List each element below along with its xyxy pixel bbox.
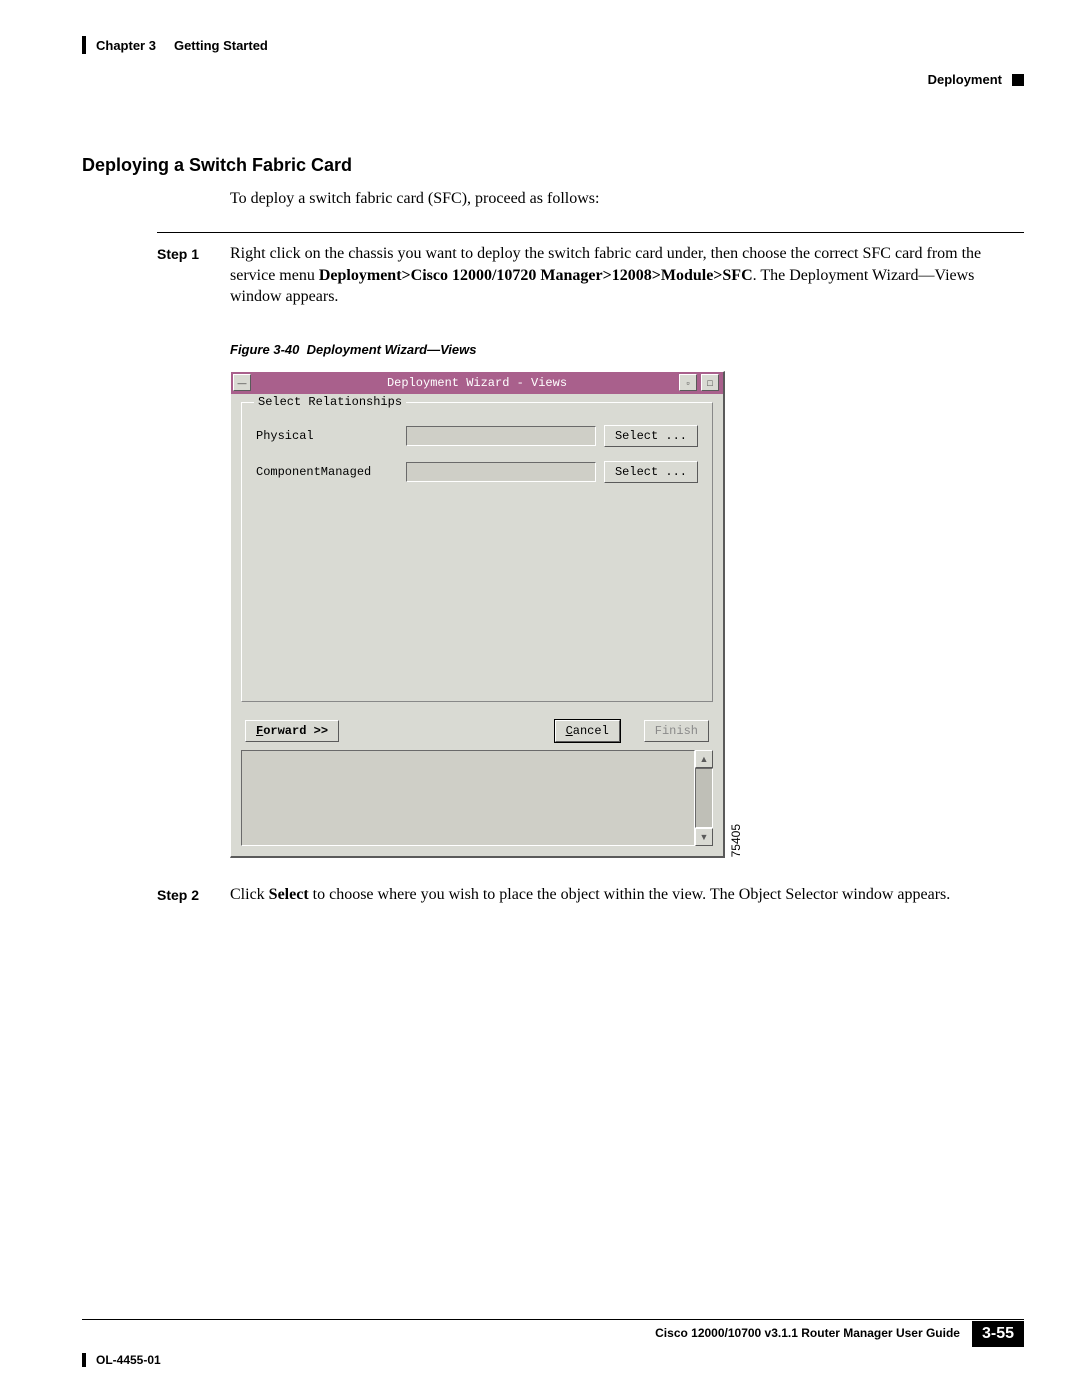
footer-marker: [82, 1353, 86, 1367]
scroll-track[interactable]: [695, 768, 713, 828]
maximize-icon[interactable]: □: [701, 374, 719, 391]
step-2-bold: Select: [269, 886, 309, 903]
scroll-up-icon[interactable]: ▲: [695, 750, 713, 768]
page-footer: Cisco 12000/10700 v3.1.1 Router Manager …: [82, 1319, 1024, 1367]
footer-guide-title: Cisco 12000/10700 v3.1.1 Router Manager …: [655, 1326, 960, 1340]
log-scrollbar[interactable]: ▲ ▼: [695, 750, 713, 846]
step-2-body: Click Select to choose where you wish to…: [230, 884, 1024, 906]
figure-image-id: 75405: [729, 822, 743, 857]
header-bullet: [1012, 74, 1024, 86]
step-2-label: Step 2: [157, 884, 230, 906]
log-textarea: [241, 750, 695, 846]
section-title: Deploying a Switch Fabric Card: [82, 155, 1024, 176]
cancel-button[interactable]: Cancel: [555, 720, 620, 742]
wizard-window: — Deployment Wizard - Views ▫ □ Select R…: [230, 371, 725, 858]
section-intro: To deploy a switch fabric card (SFC), pr…: [230, 190, 1024, 208]
wizard-titlebar: — Deployment Wizard - Views ▫ □: [231, 372, 723, 394]
step-divider: [157, 232, 1024, 233]
group-legend: Select Relationships: [254, 395, 406, 409]
header-right: Deployment: [82, 72, 1024, 87]
select-physical-button[interactable]: Select ...: [604, 425, 698, 447]
scroll-down-icon[interactable]: ▼: [695, 828, 713, 846]
figure-label: Figure 3-40: [230, 342, 299, 357]
row-physical-field: [406, 426, 596, 446]
row-physical-label: Physical: [256, 429, 406, 443]
page-number-badge: 3-55: [972, 1321, 1024, 1347]
figure-caption: Figure 3-40 Deployment Wizard—Views: [230, 342, 1024, 357]
header-marker: [82, 36, 86, 54]
wizard-log: ▲ ▼: [241, 750, 713, 846]
chapter-number: Chapter 3: [96, 38, 156, 53]
step-2-text-pre: Click: [230, 886, 269, 903]
step-1: Step 1 Right click on the chassis you wa…: [157, 243, 1024, 308]
wizard-title: Deployment Wizard - Views: [231, 376, 723, 390]
row-component: ComponentManaged Select ...: [256, 461, 698, 483]
figure-title: Deployment Wizard—Views: [307, 342, 477, 357]
footer-doc-id: OL-4455-01: [96, 1353, 161, 1367]
step-2-text-post: to choose where you wish to place the ob…: [309, 886, 951, 903]
cancel-rest: ancel: [573, 724, 609, 738]
finish-button: Finish: [644, 720, 709, 742]
header-left: Chapter 3 Getting Started: [82, 36, 1024, 54]
forward-rest: orward >>: [263, 724, 328, 738]
step-1-menu-path: Deployment>Cisco 12000/10720 Manager>120…: [319, 267, 753, 284]
step-2: Step 2 Click Select to choose where you …: [157, 884, 1024, 906]
chapter-title: Getting Started: [174, 38, 268, 53]
header-section: Deployment: [928, 72, 1002, 87]
row-component-label: ComponentManaged: [256, 465, 406, 479]
select-component-button[interactable]: Select ...: [604, 461, 698, 483]
row-component-field: [406, 462, 596, 482]
forward-button[interactable]: Forward >>: [245, 720, 339, 742]
row-physical: Physical Select ...: [256, 425, 698, 447]
step-1-label: Step 1: [157, 243, 230, 308]
relationships-group: Select Relationships Physical Select ...…: [241, 402, 713, 702]
minimize-icon[interactable]: ▫: [679, 374, 697, 391]
window-menu-icon[interactable]: —: [233, 374, 251, 391]
step-1-body: Right click on the chassis you want to d…: [230, 243, 1024, 308]
footer-rule: [82, 1319, 1024, 1320]
wizard-action-row: Forward >> Cancel Finish: [231, 708, 723, 746]
